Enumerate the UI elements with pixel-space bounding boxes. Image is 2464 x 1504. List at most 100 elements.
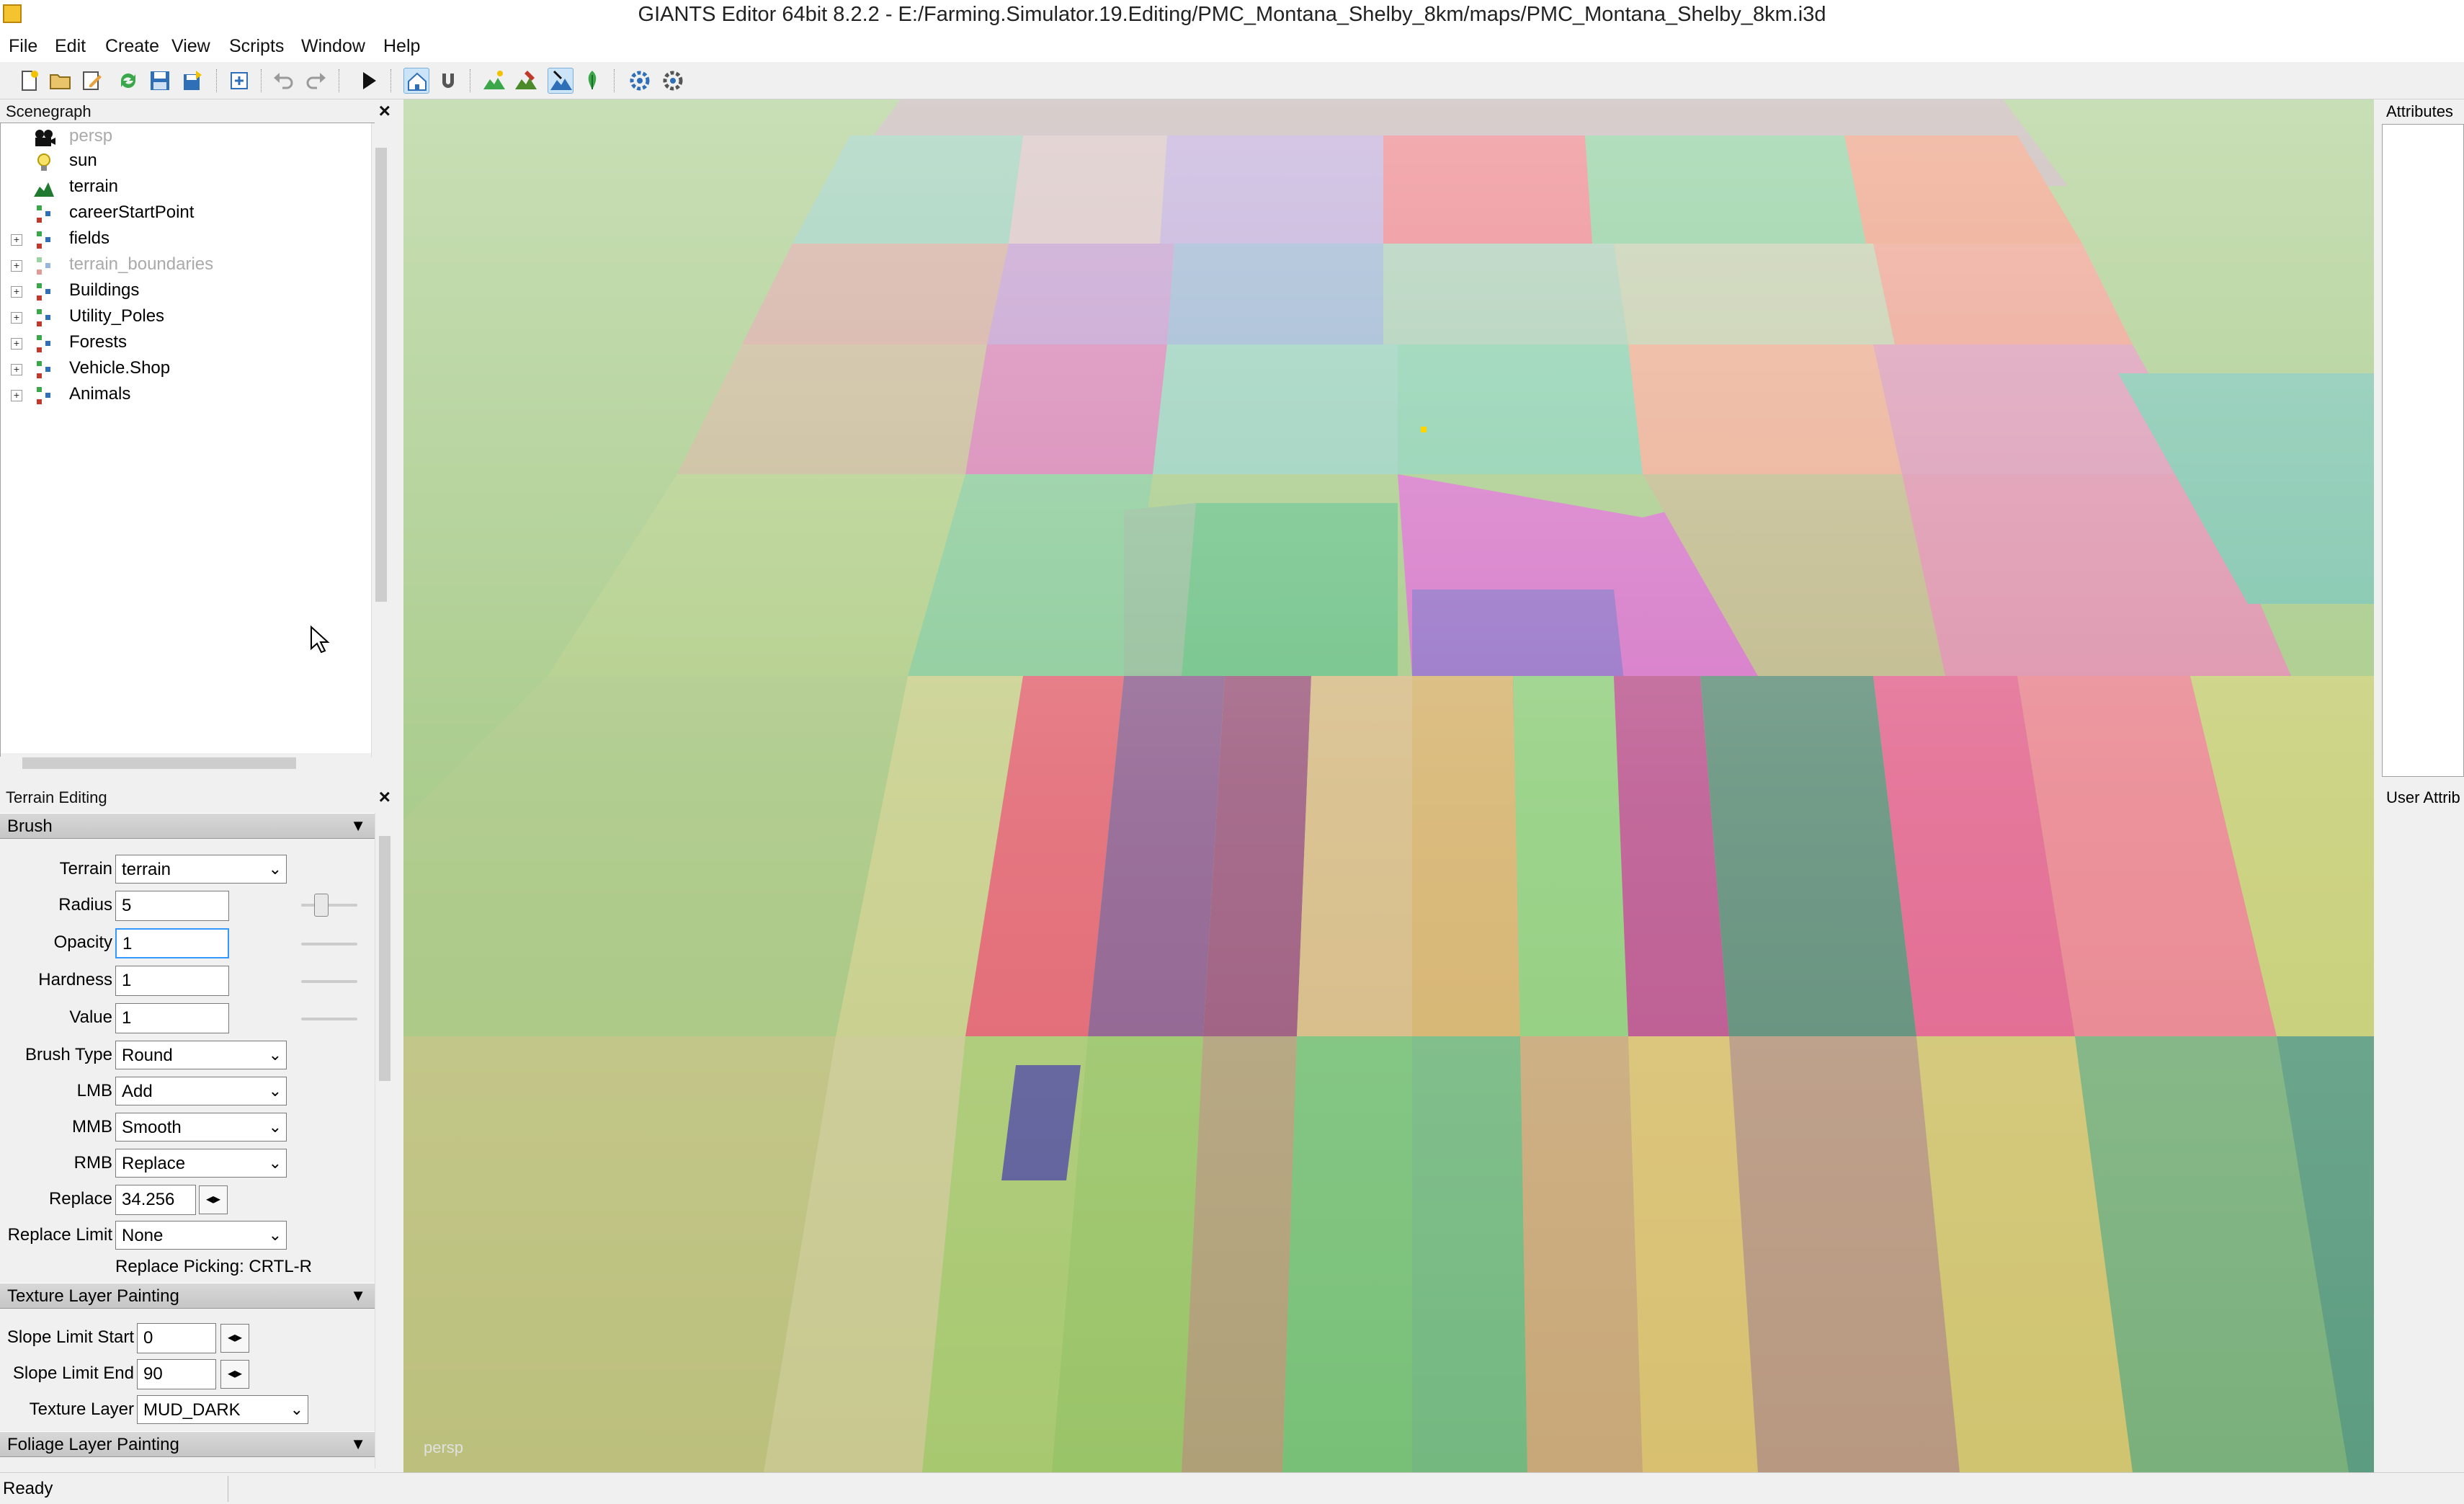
undo-icon[interactable] [271,68,297,94]
texture-layer-select[interactable]: MUD_DARK ⌄ [137,1395,308,1424]
scrollbar-thumb[interactable] [22,757,296,769]
hardness-input[interactable]: 1 [115,966,229,996]
scrollbar-thumb[interactable] [375,148,387,602]
texture-section-header[interactable]: Texture Layer Painting ▼ [0,1283,375,1309]
menu-view[interactable]: View [171,36,210,57]
transform-group-icon [37,335,50,352]
menu-file[interactable]: File [9,36,37,57]
menu-window[interactable]: Window [301,36,365,57]
expand-icon[interactable]: + [11,260,22,272]
menu-help[interactable]: Help [383,36,420,57]
opacity-slider[interactable] [301,943,357,945]
opacity-input[interactable]: 1 [115,928,229,958]
scenegraph-vscrollbar[interactable] [371,123,390,757]
replace-limit-select[interactable]: None ⌄ [115,1221,287,1250]
user-attributes-panel[interactable] [2382,810,2464,1473]
scenegraph-title: Scenegraph [6,102,91,120]
slope-start-input[interactable]: 0 [137,1323,216,1353]
tree-node-terrain[interactable]: terrain [1,175,361,200]
foliage-paint-icon[interactable] [579,68,605,94]
tree-node-terrain-boundaries[interactable]: + terrain_boundaries [1,253,361,277]
tree-node-fields[interactable]: + fields [1,227,361,252]
collapse-triangle-icon[interactable]: ▼ [350,1435,366,1454]
mmb-label: MMB [72,1117,112,1136]
slope-end-spinner-icon[interactable]: ◂▸ [220,1360,249,1389]
transform-group-icon [37,205,50,223]
magnet-icon[interactable] [435,68,461,94]
tree-node-careerstartpoint[interactable]: careerStartPoint [1,201,361,226]
foliage-section-title: Foliage Layer Painting [7,1435,179,1454]
camera-icon [35,130,55,146]
foliage-section-header[interactable]: Foliage Layer Painting ▼ [0,1431,375,1457]
terrain-select-icon[interactable] [548,68,573,94]
value-label: Value [69,1007,112,1027]
tree-node-persp[interactable]: persp [1,125,361,149]
3d-viewport[interactable] [403,99,2374,1472]
tree-node-label: fields [69,228,110,248]
expand-icon[interactable]: + [11,234,22,246]
settings-gear2-icon[interactable] [660,68,686,94]
chevron-down-icon: ⌄ [290,1400,303,1418]
play-icon[interactable] [356,68,382,94]
tree-node-buildings[interactable]: + Buildings [1,279,361,303]
slope-start-spinner-icon[interactable]: ◂▸ [220,1324,249,1353]
settings-gear-icon[interactable] [627,68,653,94]
expand-icon[interactable]: + [11,338,22,350]
terrain-sculpt-icon[interactable] [481,68,507,94]
hardness-slider[interactable] [301,980,357,983]
menu-edit[interactable]: Edit [55,36,86,57]
terrain-paint-icon[interactable] [513,68,539,94]
menu-create[interactable]: Create [105,36,159,57]
tree-node-sun[interactable]: sun [1,149,361,174]
terrain-fields-view[interactable] [403,99,2374,1472]
tree-node-vehicle-shop[interactable]: + Vehicle.Shop [1,357,361,381]
value-slider[interactable] [301,1018,357,1020]
expand-icon[interactable]: + [11,390,22,401]
tree-node-label: persp [69,126,113,146]
attributes-panel[interactable] [2382,124,2464,777]
edit-icon[interactable] [79,68,105,94]
scenegraph-close-icon[interactable]: × [379,99,390,123]
redo-icon[interactable] [303,68,329,94]
replace-spinner-icon[interactable]: ◂▸ [199,1185,228,1214]
home-select-icon[interactable] [403,68,429,94]
terrain-select[interactable]: terrain ⌄ [115,855,287,884]
transform-group-icon [37,257,50,275]
brush-section-header[interactable]: Brush ▼ [0,813,375,839]
collapse-triangle-icon[interactable]: ▼ [350,1286,366,1305]
attributes-header: Attributes [2382,99,2464,124]
terrain-panel-vscrollbar[interactable] [375,813,393,1469]
terrain-editing-close-icon[interactable]: × [379,786,390,809]
value-input[interactable]: 1 [115,1003,229,1033]
radius-input[interactable]: 5 [115,891,229,921]
tree-node-animals[interactable]: + Animals [1,383,361,407]
scrollbar-thumb[interactable] [379,836,390,1081]
tree-node-forests[interactable]: + Forests [1,331,361,355]
save-icon[interactable] [147,68,173,94]
menu-scripts[interactable]: Scripts [229,36,284,57]
open-icon[interactable] [48,68,73,94]
radius-slider[interactable] [301,904,357,907]
expand-icon[interactable]: + [11,364,22,375]
scenegraph-tree[interactable]: persp sun terrain careerStartPoint + fie… [0,123,390,773]
transform-group-icon [37,361,50,378]
new-file-icon[interactable] [16,68,42,94]
expand-icon[interactable]: + [11,286,22,298]
refresh-icon[interactable] [115,68,141,94]
collapse-triangle-icon[interactable]: ▼ [350,816,366,835]
slope-end-input[interactable]: 90 [137,1359,216,1389]
lmb-select[interactable]: Add ⌄ [115,1077,287,1105]
replace-input[interactable]: 34.256 [115,1185,196,1215]
save-as-icon[interactable] [180,68,206,94]
scenegraph-hscrollbar[interactable] [1,753,371,773]
export-icon[interactable] [226,68,252,94]
tree-node-utility-poles[interactable]: + Utility_Poles [1,305,361,329]
tree-node-label: sun [69,151,97,170]
expand-icon[interactable]: + [11,312,22,324]
rmb-select[interactable]: Replace ⌄ [115,1149,287,1178]
brush-type-select[interactable]: Round ⌄ [115,1041,287,1069]
terrain-editing-header: Terrain Editing × [0,786,396,809]
radius-slider-thumb[interactable] [314,894,329,917]
menu-bar: File Edit Create View Scripts Window Hel… [0,33,2464,62]
mmb-select[interactable]: Smooth ⌄ [115,1113,287,1142]
